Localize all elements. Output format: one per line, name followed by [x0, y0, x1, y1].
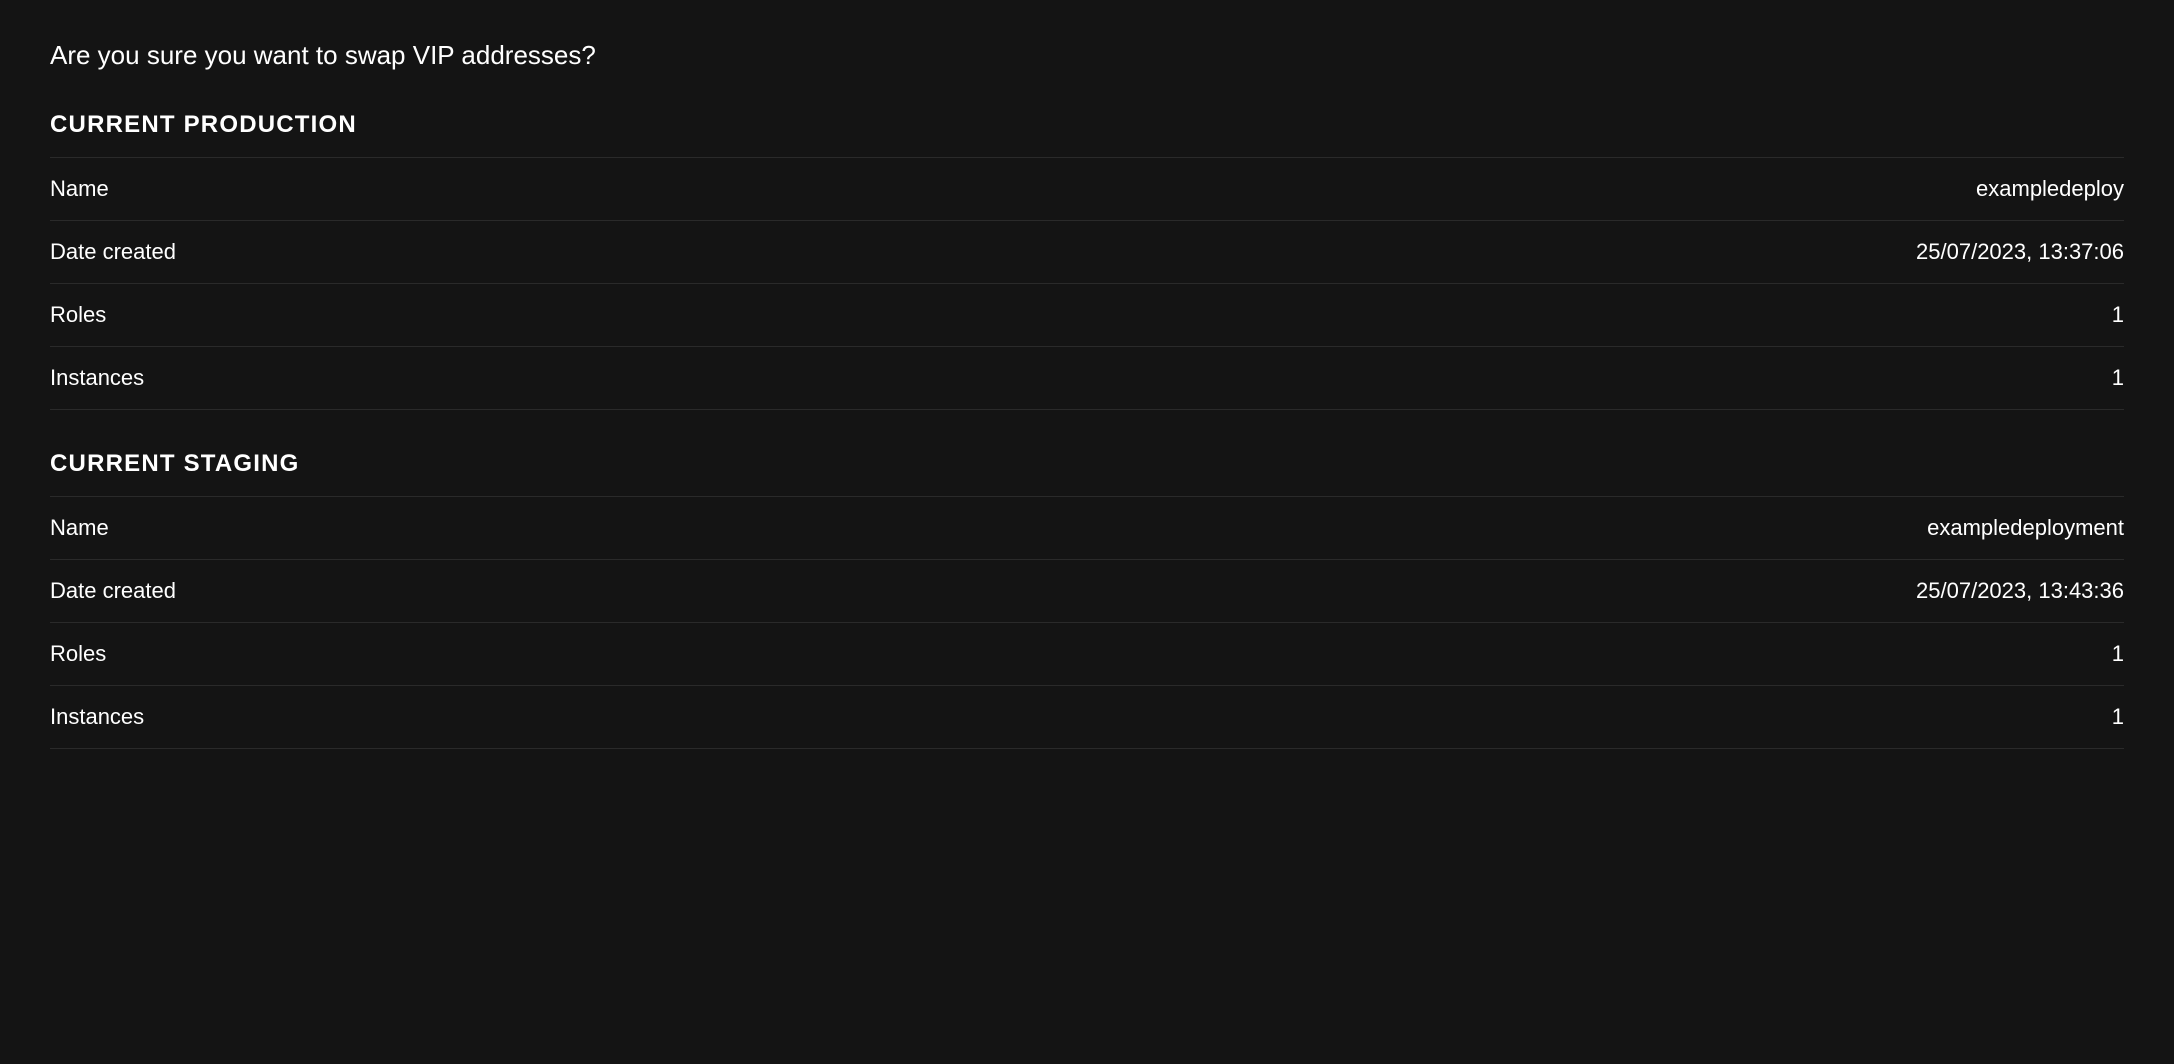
staging-date-label: Date created	[50, 578, 176, 604]
production-name-value: exampledeploy	[1976, 176, 2124, 202]
staging-roles-label: Roles	[50, 641, 106, 667]
production-name-row: Name exampledeploy	[50, 157, 2124, 220]
production-date-value: 25/07/2023, 13:37:06	[1916, 239, 2124, 265]
production-instances-label: Instances	[50, 365, 144, 391]
production-date-row: Date created 25/07/2023, 13:37:06	[50, 220, 2124, 283]
staging-date-value: 25/07/2023, 13:43:36	[1916, 578, 2124, 604]
current-production-section: CURRENT PRODUCTION Name exampledeploy Da…	[50, 111, 2124, 410]
current-staging-section: CURRENT STAGING Name exampledeployment D…	[50, 450, 2124, 749]
production-roles-value: 1	[2112, 302, 2124, 328]
staging-name-label: Name	[50, 515, 109, 541]
staging-roles-value: 1	[2112, 641, 2124, 667]
dialog-question: Are you sure you want to swap VIP addres…	[50, 40, 2124, 71]
production-name-label: Name	[50, 176, 109, 202]
staging-instances-label: Instances	[50, 704, 144, 730]
current-staging-table: Name exampledeployment Date created 25/0…	[50, 496, 2124, 749]
production-instances-row: Instances 1	[50, 346, 2124, 410]
dialog-container: Are you sure you want to swap VIP addres…	[50, 40, 2124, 749]
current-production-table: Name exampledeploy Date created 25/07/20…	[50, 157, 2124, 410]
staging-instances-value: 1	[2112, 704, 2124, 730]
production-roles-label: Roles	[50, 302, 106, 328]
production-roles-row: Roles 1	[50, 283, 2124, 346]
staging-date-row: Date created 25/07/2023, 13:43:36	[50, 559, 2124, 622]
staging-name-value: exampledeployment	[1927, 515, 2124, 541]
staging-roles-row: Roles 1	[50, 622, 2124, 685]
production-instances-value: 1	[2112, 365, 2124, 391]
staging-name-row: Name exampledeployment	[50, 496, 2124, 559]
staging-instances-row: Instances 1	[50, 685, 2124, 749]
production-date-label: Date created	[50, 239, 176, 265]
current-staging-title: CURRENT STAGING	[50, 450, 2124, 478]
current-production-title: CURRENT PRODUCTION	[50, 111, 2124, 139]
